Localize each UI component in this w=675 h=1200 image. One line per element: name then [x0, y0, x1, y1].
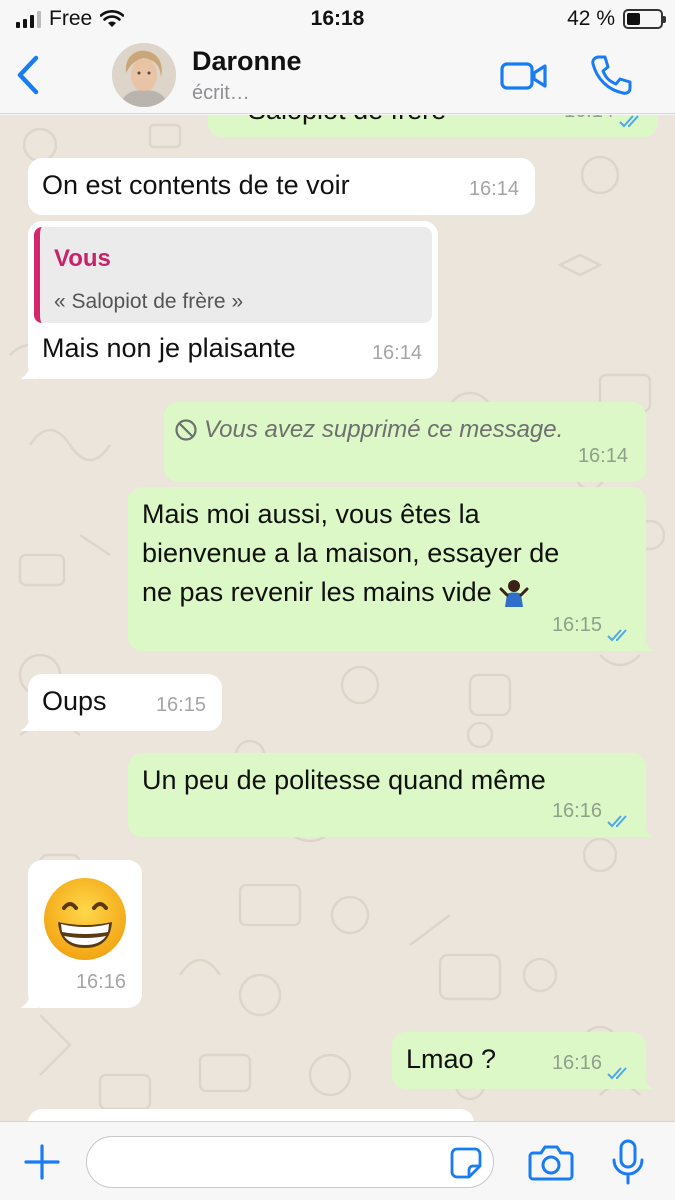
- message-incoming-reply[interactable]: Vous « Salopiot de frère » Mais non je p…: [20, 221, 438, 379]
- message-line: ne pas revenir les mains vide 🤷🏿‍♂️: [142, 573, 559, 612]
- message-outgoing[interactable]: Mais moi aussi, vous êtes la bienvenue a…: [128, 487, 654, 651]
- message-incoming[interactable]: Oups 16:15: [20, 674, 222, 731]
- status-bar: Free 16:18 42 %: [0, 0, 675, 38]
- message-time: 16:16: [551, 800, 602, 822]
- read-ticks-icon: [607, 1067, 627, 1080]
- message-time: 16:14: [371, 342, 422, 364]
- message-time: 16:16: [75, 971, 126, 993]
- message-time: 16:14: [577, 445, 628, 467]
- phone-call-icon[interactable]: [588, 52, 634, 98]
- message-time: 16:16: [551, 1052, 602, 1074]
- message-time: 16:15: [155, 694, 206, 716]
- message-text: Un peu de politesse quand même: [142, 765, 546, 795]
- chat-area[interactable]: Salopiot de frère 16:14 On est contents …: [0, 115, 675, 1121]
- chat-header: Daronne écrit…: [0, 38, 675, 114]
- message-input-container[interactable]: [86, 1136, 494, 1188]
- quote-author: Vous: [54, 245, 111, 272]
- camera-icon[interactable]: [528, 1142, 574, 1182]
- grinning-face-emoji-icon: 😁: [44, 878, 126, 960]
- avatar[interactable]: [112, 43, 176, 107]
- message-line-text: ne pas revenir les mains vide: [142, 577, 492, 607]
- message-time: 16:14: [468, 178, 519, 200]
- quote-text: « Salopiot de frère »: [54, 290, 244, 313]
- message-time: 16:14: [564, 115, 614, 131]
- blocked-icon: [175, 418, 197, 441]
- contact-name[interactable]: Daronne: [192, 46, 302, 77]
- bubble-tail: [636, 633, 654, 651]
- read-ticks-icon: [607, 815, 627, 828]
- message-line: bienvenue a la maison, essayer de: [142, 538, 560, 568]
- message-text: Mais moi aussi, vous êtes la bienvenue a…: [142, 495, 559, 612]
- back-chevron-icon[interactable]: [10, 52, 50, 98]
- message-input[interactable]: [105, 1145, 435, 1179]
- battery-icon: [623, 9, 666, 29]
- battery-level: [627, 13, 641, 25]
- message-incoming-partial[interactable]: [28, 1109, 474, 1121]
- message-deleted[interactable]: Vous avez supprimé ce message. 16:14: [164, 402, 646, 482]
- message-outgoing[interactable]: Un peu de politesse quand même 16:16: [128, 753, 654, 837]
- bubble-tail: [20, 713, 38, 731]
- bubble-tail: [20, 361, 38, 379]
- message-incoming-emoji[interactable]: 😁 16:16: [20, 860, 142, 1008]
- video-call-icon[interactable]: [498, 56, 550, 96]
- deleted-notice: Vous avez supprimé ce message.: [174, 410, 563, 449]
- message-text: On est contents de te voir: [42, 170, 350, 200]
- message-text: Vous avez supprimé ce message.: [204, 416, 564, 443]
- bubble-tail: [20, 990, 38, 1008]
- person-shrugging-emoji-icon: 🤷🏿‍♂️: [499, 580, 529, 607]
- message-text: Salopiot de frère: [248, 115, 446, 130]
- message-composer: [0, 1121, 675, 1200]
- message-text: Mais non je plaisante: [42, 333, 296, 363]
- message-text: Lmao ?: [406, 1044, 497, 1074]
- plus-icon[interactable]: [22, 1142, 62, 1182]
- sticker-icon[interactable]: [449, 1146, 483, 1180]
- message-incoming[interactable]: On est contents de te voir 16:14: [28, 158, 535, 215]
- quoted-message[interactable]: Vous « Salopiot de frère »: [34, 227, 432, 323]
- battery-percent: 42 %: [567, 7, 615, 30]
- message-time: 16:15: [551, 614, 602, 636]
- message-outgoing[interactable]: Lmao ? 16:16: [392, 1032, 654, 1089]
- bubble-tail: [636, 819, 654, 837]
- battery-info: 42 %: [567, 7, 666, 31]
- message-text: Oups: [42, 686, 107, 716]
- read-ticks-icon: [607, 629, 627, 642]
- microphone-icon[interactable]: [610, 1138, 646, 1186]
- read-ticks-icon: [619, 115, 639, 128]
- bubble-tail: [636, 1071, 654, 1089]
- message-line: Mais moi aussi, vous êtes la: [142, 499, 480, 529]
- message-outgoing-partial[interactable]: Salopiot de frère 16:14: [208, 115, 658, 137]
- typing-status: écrit…: [192, 82, 250, 104]
